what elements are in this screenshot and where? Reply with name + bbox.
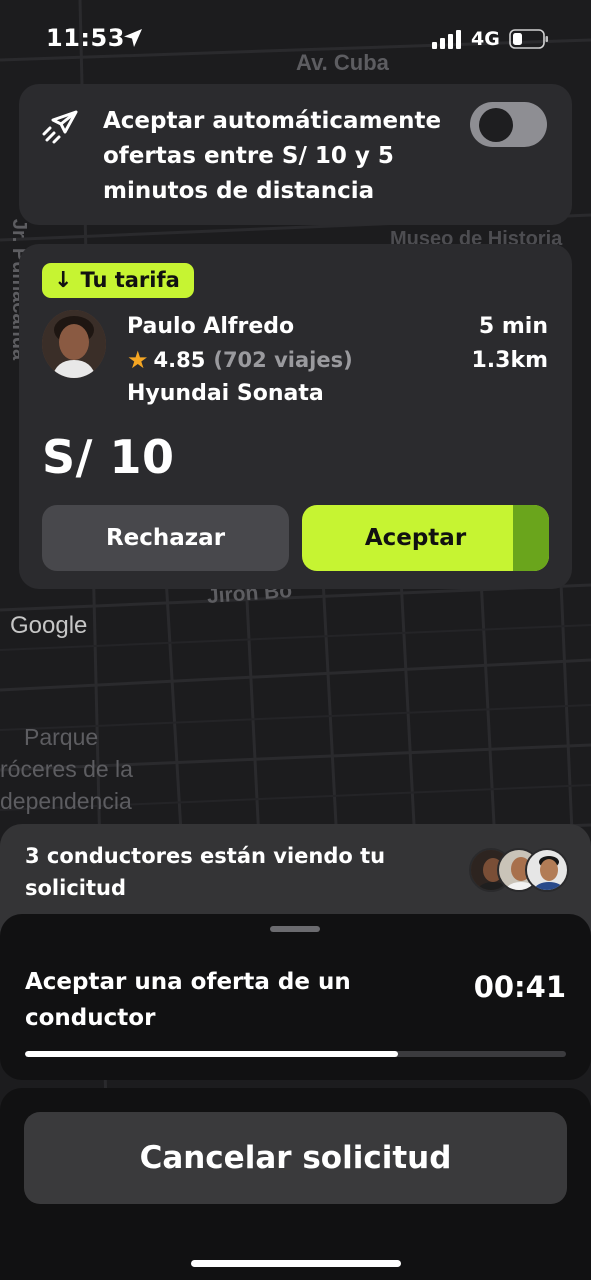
- toggle-knob: [479, 108, 513, 142]
- viewers-text: 3 conductores están viendo tu solicitud: [25, 844, 386, 900]
- fare-amount: S/ 10: [42, 430, 175, 484]
- cancel-request-button[interactable]: Cancelar solicitud: [24, 1112, 567, 1204]
- map-label-parque-1: Parque: [24, 724, 99, 750]
- countdown-timer: 00:41: [473, 970, 566, 1004]
- paper-plane-icon: [42, 110, 78, 144]
- status-bar: 11:53 4G: [0, 0, 591, 80]
- rating-value: 4.85: [153, 348, 206, 372]
- auto-accept-text: Aceptar automáticamente ofertas entre S/…: [103, 108, 442, 204]
- status-time: 11:53: [46, 24, 125, 52]
- star-icon: ★: [127, 346, 149, 374]
- eta-distance: 1.3km: [471, 348, 548, 373]
- fare-badge: ↓ Tu tarifa: [42, 263, 194, 298]
- battery-icon: [509, 29, 548, 49]
- countdown-progress-fill: [25, 1051, 399, 1057]
- home-indicator: [191, 1260, 401, 1267]
- fare-badge-label: Tu tarifa: [80, 268, 180, 292]
- signal-icon: [432, 30, 461, 49]
- network-type: 4G: [471, 28, 500, 50]
- accept-button[interactable]: Aceptar: [302, 505, 549, 571]
- eta-time: 5 min: [478, 314, 548, 339]
- location-arrow-icon: [124, 29, 142, 47]
- map-label-parque-2: róceres de la: [0, 756, 133, 782]
- viewer-avatar: [525, 848, 569, 892]
- driver-offer-card: ↓ Tu tarifa Paulo Alfredo ★ 4.85 (702 vi…: [19, 244, 572, 589]
- cancel-panel: Cancelar solicitud: [0, 1088, 591, 1280]
- driver-avatar: [42, 310, 106, 378]
- countdown-progress: [25, 1051, 566, 1057]
- auto-accept-toggle[interactable]: [470, 102, 547, 147]
- arrow-down-icon: ↓: [54, 268, 73, 293]
- accept-button-label: Aceptar: [364, 525, 467, 551]
- driver-name: Paulo Alfredo: [127, 314, 295, 339]
- accept-timer-fill: [513, 505, 549, 571]
- sheet-grabber[interactable]: [270, 926, 320, 932]
- driver-rating: ★ 4.85 (702 viajes): [127, 346, 353, 374]
- car-model: Hyundai Sonata: [127, 381, 324, 406]
- trip-count: (702 viajes): [213, 348, 353, 372]
- sheet-title: Aceptar una oferta de un conductor: [25, 969, 351, 1031]
- auto-accept-card: Aceptar automáticamente ofertas entre S/…: [19, 84, 572, 225]
- google-logo: Google: [10, 612, 88, 639]
- reject-button[interactable]: Rechazar: [42, 505, 289, 571]
- map-label-parque-3: dependencia: [0, 788, 132, 814]
- offer-wait-sheet: Aceptar una oferta de un conductor 00:41: [0, 914, 591, 1080]
